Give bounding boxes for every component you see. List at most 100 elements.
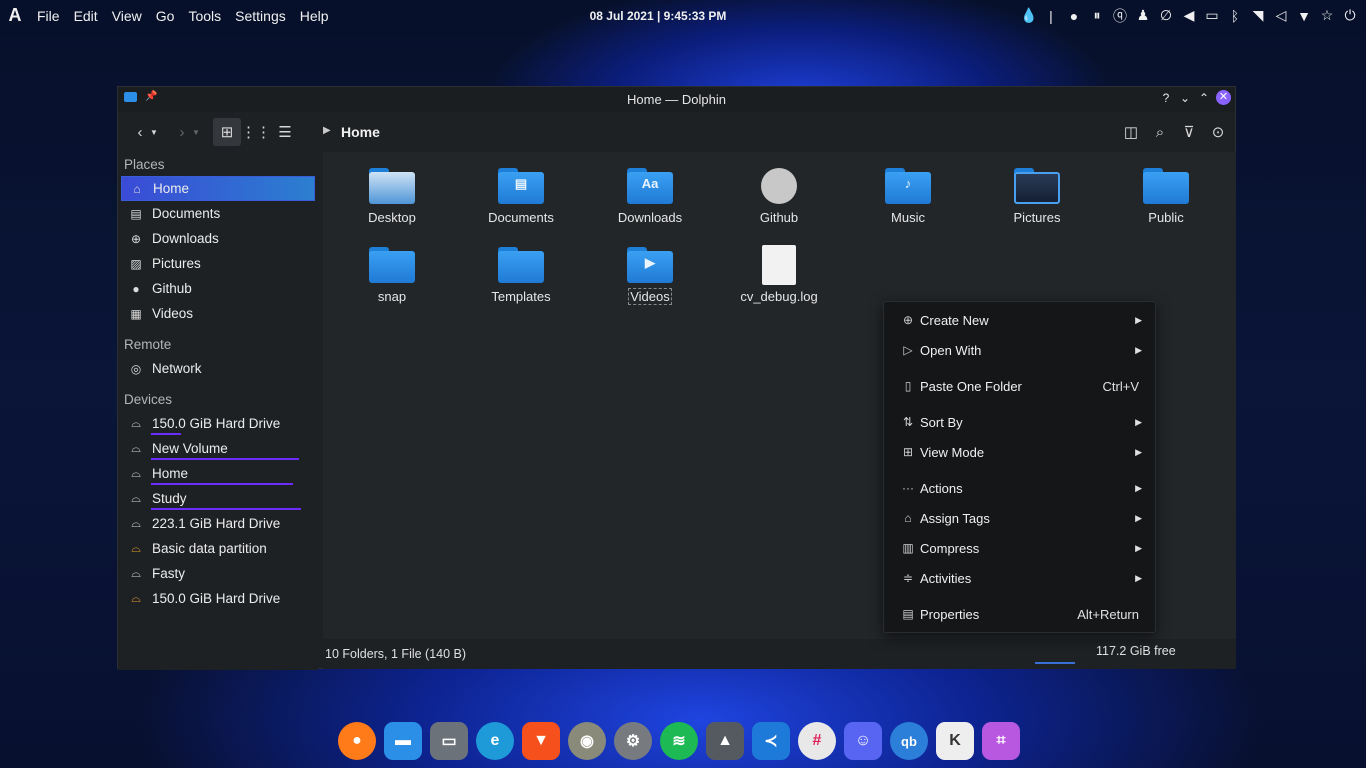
dropdown-icon[interactable]: ▼	[1296, 8, 1312, 24]
file-item-github[interactable]: Github	[724, 168, 834, 225]
record-icon[interactable]: ●	[1066, 8, 1082, 24]
volume-icon-2[interactable]: ◁	[1273, 7, 1289, 24]
search-button[interactable]: ⌕	[1147, 118, 1173, 146]
crop-tool-icon[interactable]: ⌗	[982, 722, 1020, 760]
sidebar-item-device[interactable]: ⌓ New Volume	[118, 436, 318, 461]
menu-go[interactable]: Go	[149, 8, 182, 24]
sidebar-item-home[interactable]: ⌂ Home	[121, 176, 315, 201]
back-button[interactable]: ‹	[130, 118, 150, 146]
close-button[interactable]: ✕	[1216, 90, 1231, 105]
menu-item-sort-by[interactable]: ⇅ Sort By ▶	[884, 408, 1155, 436]
menu-edit[interactable]: Edit	[67, 8, 105, 24]
file-item-desktop[interactable]: Desktop	[337, 168, 447, 225]
menu-item-compress[interactable]: ▥ Compress ▶	[884, 534, 1155, 562]
menu-item-paste[interactable]: ▯ Paste One Folder Ctrl+V	[884, 372, 1155, 400]
app-launcher-logo[interactable]: A	[0, 0, 30, 31]
battery-icon[interactable]: ▭	[1204, 7, 1220, 24]
sidebar-item-device[interactable]: ⌓ 150.0 GiB Hard Drive	[118, 411, 318, 436]
files-icon[interactable]: ▬	[384, 722, 422, 760]
kvantum-icon[interactable]: K	[936, 722, 974, 760]
menu-item-open-with[interactable]: ▷ Open With ▶	[884, 336, 1155, 364]
terminal-icon[interactable]: ▭	[430, 722, 468, 760]
menu-item-view-mode[interactable]: ⊞ View Mode ▶	[884, 438, 1155, 466]
document-icon: ▤	[130, 206, 142, 221]
folder-downloads-icon: Aa	[627, 168, 673, 204]
folder-app-icon	[124, 91, 137, 102]
menu-item-assign-tags[interactable]: ⌂ Assign Tags ▶	[884, 504, 1155, 532]
sidebar-item-videos[interactable]: ▦ Videos	[118, 301, 318, 326]
file-item-cv-debug-log[interactable]: cv_debug.log	[724, 245, 834, 304]
qbittorrent-icon[interactable]: ⓠ	[1112, 6, 1128, 26]
file-item-music[interactable]: ♪ Music	[853, 168, 963, 225]
star-icon[interactable]: ☆	[1319, 7, 1335, 24]
sidebar-item-documents[interactable]: ▤ Documents	[118, 201, 318, 226]
slack-icon[interactable]: #	[798, 722, 836, 760]
qbittorrent-icon[interactable]: qb	[890, 722, 928, 760]
sidebar-item-device[interactable]: ⌓ 223.1 GiB Hard Drive	[118, 511, 318, 536]
bag-icon[interactable]: ♟	[1135, 7, 1151, 24]
clock[interactable]: 08 Jul 2021 | 9:45:33 PM	[590, 9, 727, 23]
paste-icon: ▯	[904, 379, 912, 393]
pause-icon[interactable]: ⏸	[1089, 7, 1105, 24]
sidebar-item-github[interactable]: ● Github	[118, 276, 318, 301]
edge-dev-icon[interactable]: e	[476, 722, 514, 760]
window-titlebar[interactable]: 📌 Home — Dolphin ? ⌄ ⌃ ✕	[118, 87, 1235, 112]
bluetooth-icon[interactable]: ᛒ	[1227, 8, 1243, 24]
menu-settings[interactable]: Settings	[228, 8, 293, 24]
details-view-button[interactable]: ☰	[272, 118, 298, 146]
sidebar-item-downloads[interactable]: ⊕ Downloads	[118, 226, 318, 251]
droplet-icon[interactable]: 💧	[1020, 7, 1037, 24]
more-menu-button[interactable]: ⊙	[1205, 118, 1231, 146]
vscode-icon[interactable]: ≺	[752, 722, 790, 760]
menu-item-activities[interactable]: ≑ Activities ▶	[884, 564, 1155, 592]
submenu-arrow-icon: ▶	[1135, 542, 1142, 553]
split-view-button[interactable]: ◫	[1118, 118, 1144, 146]
sidebar-item-device[interactable]: ⌓ Study	[118, 486, 318, 511]
menu-file[interactable]: File	[30, 8, 67, 24]
back-history-button[interactable]: ▼	[148, 118, 160, 146]
icons-view-button[interactable]: ⊞	[213, 118, 241, 146]
menu-item-properties[interactable]: ▤ Properties Alt+Return	[884, 600, 1155, 628]
spotify-icon[interactable]: ≋	[660, 722, 698, 760]
clip-icon[interactable]: ∅	[1158, 7, 1174, 24]
file-item-downloads[interactable]: Aa Downloads	[595, 168, 705, 225]
dock: ● ▬ ▭ e ▼ ◉ ⚙ ≋ ▲ ≺ # ☺ qb K ⌗	[338, 718, 1020, 764]
sidebar-item-device[interactable]: ⌓ Basic data partition	[118, 536, 318, 561]
firefox-icon[interactable]: ●	[338, 722, 376, 760]
sidebar-item-device[interactable]: ⌓ Fasty	[118, 561, 318, 586]
settings-icon[interactable]: ⚙	[614, 722, 652, 760]
forward-history-button[interactable]: ▼	[190, 118, 202, 146]
power-icon[interactable]: ⏻	[1342, 7, 1358, 24]
volume-icon[interactable]: ◀	[1181, 7, 1197, 24]
wifi-icon[interactable]: ◥	[1250, 7, 1266, 24]
inkscape-icon[interactable]: ▲	[706, 722, 744, 760]
discord-icon[interactable]: ☺	[844, 722, 882, 760]
breadcrumb[interactable]: Home	[341, 124, 380, 140]
file-item-pictures[interactable]: Pictures	[982, 168, 1092, 225]
menu-tools[interactable]: Tools	[181, 8, 228, 24]
file-item-documents[interactable]: ▤ Documents	[466, 168, 576, 225]
sidebar-item-device[interactable]: ⌓ 150.0 GiB Hard Drive	[118, 586, 318, 611]
file-item-videos[interactable]: ▶ Videos	[595, 247, 705, 305]
sidebar-item-network[interactable]: ◎ Network	[118, 356, 318, 381]
file-item-snap[interactable]: snap	[337, 247, 447, 304]
compact-view-button[interactable]: ⋮⋮	[241, 118, 271, 146]
help-button[interactable]: ?	[1159, 91, 1173, 105]
pin-icon[interactable]: 📌	[145, 91, 157, 102]
file-item-public[interactable]: Public	[1111, 168, 1221, 225]
audio-player-icon[interactable]: ◉	[568, 722, 606, 760]
sidebar-item-pictures[interactable]: ▨ Pictures	[118, 251, 318, 276]
filter-button[interactable]: ⊽	[1176, 118, 1202, 146]
menu-item-create-new[interactable]: ⊕ Create New ▶	[884, 306, 1155, 334]
menu-view[interactable]: View	[105, 8, 149, 24]
forward-button[interactable]: ›	[172, 118, 192, 146]
breadcrumb-arrow-icon[interactable]: ▶	[323, 125, 331, 136]
menu-item-actions[interactable]: ··· Actions ▶	[884, 474, 1155, 502]
sidebar-item-device[interactable]: ⌓ Home	[118, 461, 318, 486]
file-item-templates[interactable]: Templates	[466, 247, 576, 304]
menu-help[interactable]: Help	[293, 8, 336, 24]
places-section-title: Places	[124, 157, 165, 172]
minimize-button[interactable]: ⌄	[1178, 91, 1192, 105]
brave-icon[interactable]: ▼	[522, 722, 560, 760]
maximize-button[interactable]: ⌃	[1197, 91, 1211, 105]
